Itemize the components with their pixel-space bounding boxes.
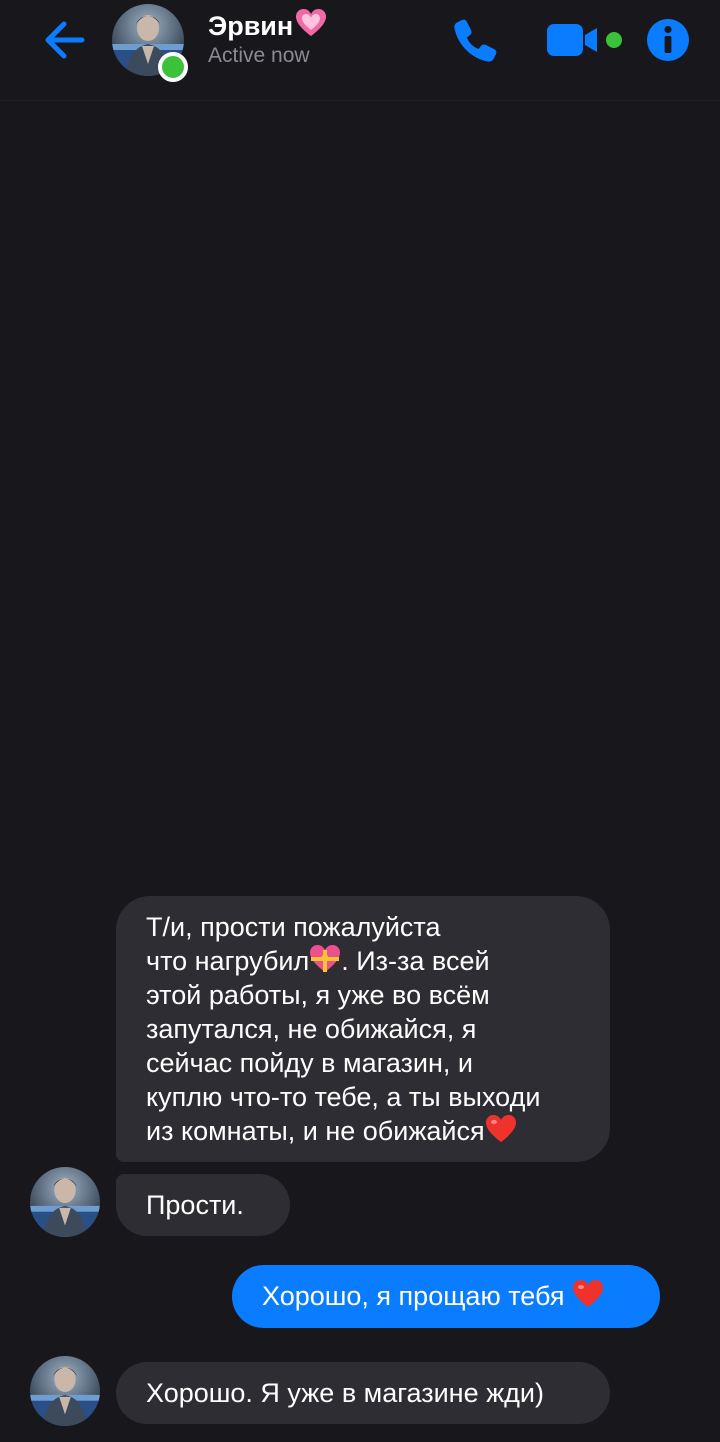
message-line: этой работы, я уже во всём (146, 980, 490, 1010)
message-bubble-incoming[interactable]: Прости. (116, 1174, 290, 1236)
sender-avatar[interactable] (30, 1167, 100, 1237)
sender-avatar[interactable] (30, 1356, 100, 1426)
contact-name-text: Эрвин (208, 11, 294, 41)
message-line: из комнаты, и не обижайся (146, 1114, 580, 1148)
red-heart-icon (485, 1115, 516, 1142)
video-camera-icon (547, 24, 622, 56)
voice-call-button[interactable] (448, 12, 504, 68)
back-button[interactable] (36, 14, 92, 66)
message-line: сейчас пойду в магазин, и (146, 1048, 474, 1078)
chat-header: Эрвин Active now (0, 0, 720, 101)
message-line: запутался, не обижайся, я (146, 1014, 477, 1044)
contact-avatar[interactable] (112, 4, 188, 82)
message-line: что нагрубил . Из-за всей (146, 944, 580, 978)
message-bubble-outgoing[interactable]: Хорошо, я прощаю тебя (232, 1265, 660, 1328)
message-line: Т/и, прости пожалуйста (146, 912, 441, 942)
message-text: . Из-за всей (341, 946, 490, 976)
message-text: Хорошо. Я уже в магазине жди) (146, 1378, 544, 1408)
contact-name[interactable]: Эрвин (208, 8, 327, 45)
message-text: что нагрубил (146, 946, 310, 976)
info-icon (647, 19, 689, 61)
active-status: Active now (208, 44, 310, 67)
conversation-info-button[interactable] (642, 14, 694, 66)
message-bubble-incoming[interactable]: Т/и, прости пожалуйста что нагрубил . Из-… (116, 896, 610, 1162)
video-call-button[interactable] (540, 14, 630, 66)
message-line: куплю что-то тебе, а ты выходи (146, 1082, 541, 1112)
online-status-dot (158, 52, 188, 82)
message-text: Хорошо, я прощаю тебя (262, 1281, 565, 1311)
back-arrow-icon (45, 21, 85, 59)
chat-screen: Эрвин Active now Т/и, прости пожалуйста … (0, 0, 720, 1442)
red-heart-icon (572, 1280, 603, 1307)
message-text: из комнаты, и не обижайся (146, 1116, 485, 1146)
message-bubble-incoming[interactable]: Хорошо. Я уже в магазине жди) (116, 1362, 610, 1424)
heart-with-ribbon-icon (310, 945, 341, 972)
sparkling-heart-icon (295, 8, 327, 45)
message-text: Прости. (146, 1190, 244, 1220)
phone-icon (454, 19, 497, 62)
